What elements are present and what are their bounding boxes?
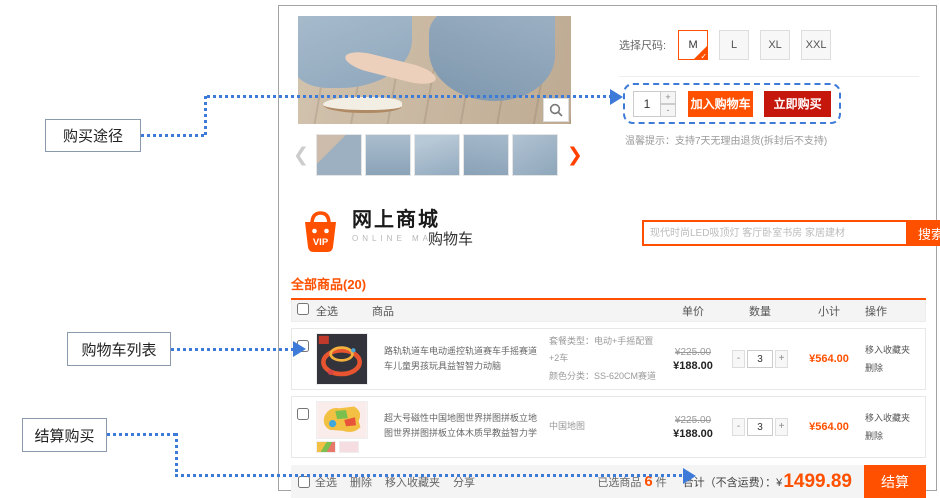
cart-section: 全部商品(20) 全选 商品 单价 数量 小计 操作	[291, 274, 926, 498]
checkout-button[interactable]: 结算	[864, 465, 926, 498]
annotation-arrow-icon	[610, 89, 623, 105]
annotation-arrow-icon	[293, 341, 306, 357]
item-spec: 套餐类型：电动+手摇配置+2车	[549, 333, 659, 367]
quantity-increase-button[interactable]: +	[775, 350, 788, 368]
col-subtotal: 小计	[793, 303, 865, 319]
buy-now-button[interactable]: 立即购买	[764, 91, 831, 117]
return-policy-tip: 温馨提示：支持7天无理由退货(拆封后不支持)	[625, 132, 827, 147]
quantity-input[interactable]	[633, 91, 661, 117]
quantity-stepper: + -	[633, 91, 676, 117]
item-image-racetrack[interactable]	[316, 333, 368, 385]
annotation-checkout: 结算购买	[22, 418, 107, 452]
cart-table-header: 全选 商品 单价 数量 小计 操作	[291, 300, 926, 322]
quantity-increase-button[interactable]: +	[661, 91, 676, 104]
thumbnail[interactable]	[463, 134, 509, 176]
move-to-favorites-link[interactable]: 移入收藏夹	[865, 341, 925, 359]
item-original-price: ¥225.00	[659, 415, 727, 426]
select-all-checkbox[interactable]	[298, 476, 310, 488]
item-title[interactable]: 超大号磁性中国地图世界拼图拼板立地图世界拼图拼板立体木质早教益智力学生地理男	[384, 411, 549, 443]
mall-header: VIP 网上商城 ONLINE MALL 购物车 搜索	[298, 206, 918, 258]
move-to-favorites-link[interactable]: 移入收藏夹	[865, 409, 925, 427]
col-actions: 操作	[865, 303, 925, 319]
item-mini-thumbnail[interactable]	[316, 441, 336, 453]
page-panel: ❮ ❯ 选择尺码: M L XL XXL + - 加入购物车 立即购买 温馨提示…	[278, 5, 937, 491]
annotation-dotted-line	[175, 433, 178, 475]
search-input[interactable]	[642, 220, 908, 246]
col-product: 商品	[358, 303, 659, 319]
item-quantity-stepper: - +	[727, 418, 793, 436]
item-price: ¥188.00	[659, 428, 727, 440]
svg-text:VIP: VIP	[313, 237, 329, 248]
page-title: 购物车	[428, 228, 473, 249]
size-label: 选择尺码:	[619, 37, 666, 53]
item-subtotal: ¥564.00	[793, 353, 865, 365]
item-checkbox[interactable]	[297, 408, 309, 420]
item-original-price: ¥225.00	[659, 347, 727, 358]
cart-section-title: 全部商品(20)	[291, 274, 926, 300]
item-image-map[interactable]	[316, 401, 368, 439]
item-quantity-input[interactable]	[747, 418, 773, 436]
select-all-checkbox[interactable]	[297, 303, 309, 315]
total-label: 合计（不含运费）：¥	[683, 474, 783, 490]
thumbnail[interactable]	[512, 134, 558, 176]
annotation-cart-list: 购物车列表	[67, 332, 171, 366]
size-selector: 选择尺码: M L XL XXL	[619, 30, 842, 60]
delete-item-link[interactable]: 删除	[865, 427, 925, 445]
divider	[619, 76, 919, 77]
thumbnail[interactable]	[316, 134, 362, 176]
shopping-bag-icon: VIP	[298, 208, 343, 255]
carousel-next-icon[interactable]: ❯	[567, 144, 583, 167]
jeans-shape	[429, 16, 555, 101]
cart-item-row: 超大号磁性中国地图世界拼图拼板立地图世界拼图拼板立体木质早教益智力学生地理男 中…	[291, 396, 926, 458]
size-option-xl[interactable]: XL	[760, 30, 790, 60]
size-option-xxl[interactable]: XXL	[801, 30, 831, 60]
annotation-dotted-line	[107, 433, 177, 436]
annotation-dotted-line	[141, 134, 205, 137]
add-to-cart-button[interactable]: 加入购物车	[688, 91, 753, 117]
thumbnail-strip: ❮ ❯	[293, 132, 593, 178]
annotation-arrow-icon	[683, 468, 696, 484]
quantity-increase-button[interactable]: +	[775, 418, 788, 436]
annotation-dotted-line	[204, 96, 207, 137]
annotation-dotted-line	[175, 474, 683, 477]
total-value: 1499.89	[783, 471, 852, 493]
delete-item-link[interactable]: 删除	[865, 359, 925, 377]
mall-logo[interactable]: VIP 网上商城 ONLINE MALL	[298, 208, 449, 255]
thumbnail[interactable]	[414, 134, 460, 176]
search-bar: 搜索	[642, 220, 940, 246]
purchase-actions-highlight: + - 加入购物车 立即购买	[623, 83, 841, 124]
item-mini-thumbnail[interactable]	[339, 441, 359, 453]
size-option-m[interactable]: M	[678, 30, 708, 60]
magnifier-icon[interactable]	[543, 98, 569, 122]
select-all-label: 全选	[316, 303, 358, 319]
col-quantity: 数量	[727, 303, 793, 319]
annotation-dotted-line	[207, 95, 610, 98]
annotation-dotted-line	[171, 348, 293, 351]
thumbnail[interactable]	[365, 134, 411, 176]
cart-footer-bar: 全选 删除 移入收藏夹 分享 已选商品 6 件 合计（不含运费）：¥ 1499.…	[291, 465, 926, 498]
search-button[interactable]: 搜索	[908, 220, 940, 246]
cart-item-row: 路轨轨道车电动遥控轨道赛车手摇赛道车儿童男孩玩具益智智力动脑 套餐类型：电动+手…	[291, 328, 926, 390]
carousel-prev-icon[interactable]: ❮	[293, 144, 309, 167]
annotation-purchase-path: 购买途径	[45, 119, 141, 152]
sandal-shape	[323, 97, 402, 113]
size-option-l[interactable]: L	[719, 30, 749, 60]
item-quantity-stepper: - +	[727, 350, 793, 368]
product-photo[interactable]	[298, 16, 571, 124]
quantity-decrease-button[interactable]: -	[732, 418, 745, 436]
item-quantity-input[interactable]	[747, 350, 773, 368]
item-spec: 颜色分类：SS-620CM赛道	[549, 368, 659, 385]
item-subtotal: ¥564.00	[793, 421, 865, 433]
item-spec: 中国地图	[549, 418, 659, 435]
col-unit-price: 单价	[659, 303, 727, 319]
item-price: ¥188.00	[659, 360, 727, 372]
quantity-decrease-button[interactable]: -	[661, 104, 676, 117]
item-title[interactable]: 路轨轨道车电动遥控轨道赛车手摇赛道车儿童男孩玩具益智智力动脑	[384, 344, 549, 375]
quantity-decrease-button[interactable]: -	[732, 350, 745, 368]
